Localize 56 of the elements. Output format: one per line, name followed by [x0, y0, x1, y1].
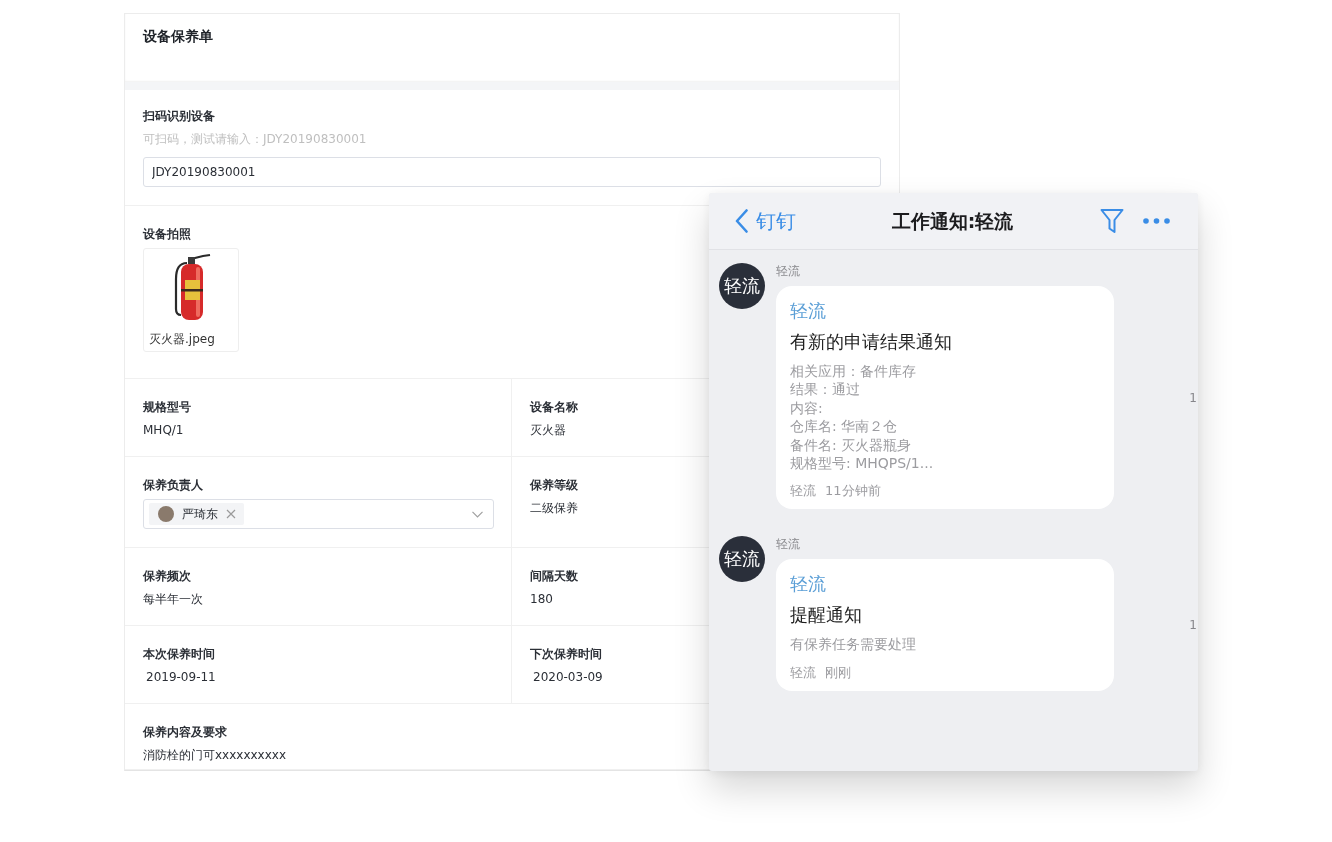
- fire-extinguisher-icon: [173, 253, 213, 321]
- field-value: 消防栓的门可xxxxxxxxxx: [143, 747, 286, 763]
- remove-icon[interactable]: [226, 509, 236, 519]
- field-label: 本次保养时间: [143, 646, 215, 662]
- user-avatar-icon: [158, 506, 174, 522]
- chip-name: 严琦东: [182, 506, 218, 522]
- field-label: 保养等级: [530, 477, 578, 493]
- sender-name: 轻流: [776, 264, 800, 278]
- message-detail: 内容:: [790, 398, 823, 418]
- more-icon[interactable]: [1143, 218, 1170, 224]
- field-label: 规格型号: [143, 399, 191, 415]
- field-label: 扫码识别设备: [143, 108, 215, 124]
- file-name: 灭火器.jpeg: [149, 331, 215, 347]
- field-label: 保养内容及要求: [143, 724, 227, 740]
- app-avatar: 轻流: [719, 263, 765, 309]
- field-label: 下次保养时间: [530, 646, 602, 662]
- chevron-down-icon[interactable]: [472, 510, 483, 518]
- message-title: 提醒通知: [790, 603, 862, 628]
- field-value: 2020-03-09: [532, 669, 603, 685]
- message-detail: 结果：通过: [790, 380, 860, 399]
- message-detail: 仓库名: 华南２仓: [790, 417, 898, 436]
- message-detail: 相关应用：备件库存: [790, 362, 916, 381]
- field-value: 每半年一次: [143, 591, 203, 607]
- message-source: 轻流: [790, 663, 816, 682]
- form-title: 设备保养单: [143, 27, 213, 46]
- side-text: 1: [1189, 389, 1197, 406]
- field-value: 二级保养: [530, 500, 578, 516]
- panel-title: 工作通知:轻流: [891, 209, 1014, 234]
- app-name: 轻流: [790, 299, 826, 323]
- field-label: 设备名称: [530, 399, 578, 415]
- assignee-select[interactable]: 严琦东: [143, 499, 494, 529]
- message-title: 有新的申请结果通知: [790, 330, 952, 354]
- side-text: 1: [1189, 617, 1197, 634]
- message-detail: 备件名: 灭火器瓶身: [790, 435, 912, 455]
- field-label: 间隔天数: [530, 568, 578, 584]
- chevron-left-icon: [735, 209, 748, 233]
- message-card[interactable]: 轻流 有新的申请结果通知 相关应用：备件库存 结果：通过 内容: 仓库名: 华南２仓 备件名: 灭火器瓶身 规格型号: MHQPS/1... 轻流 11分钟前: [776, 286, 1114, 510]
- field-value: MHQ/1: [143, 422, 184, 438]
- message-detail: 规格型号: MHQPS/1...: [790, 454, 934, 473]
- filter-icon[interactable]: [1100, 208, 1124, 234]
- message-time: 11分钟前: [825, 482, 881, 501]
- field-value: 2019-09-11: [145, 669, 216, 685]
- field-value: 180: [530, 591, 553, 607]
- field-value: 灭火器: [530, 422, 566, 438]
- message-source: 轻流: [790, 482, 816, 501]
- field-label: 保养频次: [143, 568, 191, 584]
- app-name: 轻流: [790, 572, 826, 597]
- app-avatar: 轻流: [719, 536, 765, 583]
- message-card[interactable]: 轻流 提醒通知 有保养任务需要处理 轻流 刚刚: [776, 559, 1114, 691]
- field-label: 设备拍照: [143, 226, 191, 242]
- message-detail: 有保养任务需要处理: [790, 635, 916, 654]
- message-time: 刚刚: [825, 663, 851, 682]
- sender-name: 轻流: [776, 537, 800, 552]
- scan-input[interactable]: JDY20190830001: [143, 157, 881, 187]
- photo-thumbnail[interactable]: 灭火器.jpeg: [143, 248, 239, 352]
- field-label: 保养负责人: [143, 477, 203, 493]
